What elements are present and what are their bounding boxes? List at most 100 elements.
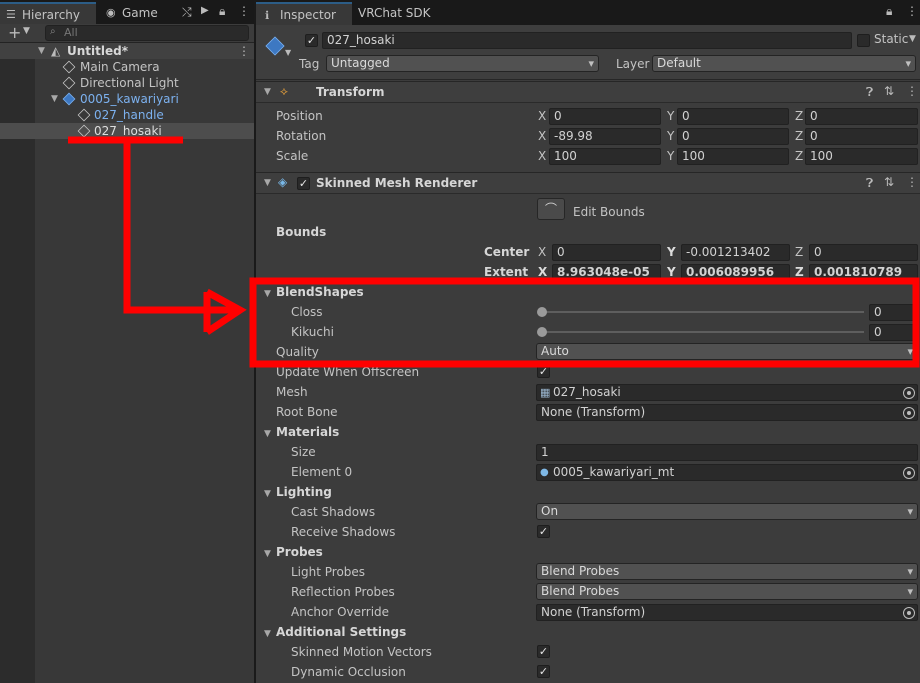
object-picker-icon[interactable] [903, 607, 915, 619]
center-y-field[interactable]: -0.001213402 [681, 244, 790, 261]
tab-inspector[interactable]: ℹ Inspector [256, 2, 352, 25]
axis-x-label[interactable]: X [538, 107, 546, 125]
rotation-y-field[interactable]: 0 [677, 128, 789, 145]
slider-handle[interactable] [537, 327, 547, 337]
motion-vectors-checkbox[interactable]: ✓ [537, 645, 550, 658]
dynamic-occlusion-checkbox[interactable]: ✓ [537, 665, 550, 678]
probes-label[interactable]: Probes [276, 543, 323, 561]
extent-y-field[interactable]: 0.006089956 [681, 264, 790, 281]
object-picker-icon[interactable] [903, 467, 915, 479]
chevron-down-icon[interactable]: ▼ [909, 34, 916, 44]
element0-field[interactable]: ● 0005_kawariyari_mt [536, 464, 918, 481]
center-z-field[interactable]: 0 [809, 244, 918, 261]
axis-z-label[interactable]: Z [795, 263, 804, 281]
preset-icon[interactable]: ⇅ [884, 84, 894, 98]
chevron-down-icon[interactable]: ▼ [264, 289, 271, 299]
transform-header[interactable]: ▼ ⟡ Transform ❓︎ ⇅ ⋮ [256, 81, 920, 103]
additional-settings-label[interactable]: Additional Settings [276, 623, 406, 641]
more-menu-icon[interactable]: ⋮ [906, 84, 918, 98]
scale-x-field[interactable]: 100 [549, 148, 661, 165]
mesh-field[interactable]: ▦ 027_hosaki [536, 384, 918, 401]
axis-y-label[interactable]: Y [667, 263, 676, 281]
tree-item-main-camera[interactable]: Main Camera [0, 59, 254, 75]
hierarchy-search-input[interactable]: ⌕ All [45, 25, 249, 41]
tab-vrchat-sdk[interactable]: VRChat SDK [348, 2, 441, 25]
receive-shadows-checkbox[interactable]: ✓ [537, 525, 550, 538]
axis-z-label[interactable]: Z [795, 107, 803, 125]
chevron-down-icon[interactable]: ▼ [264, 87, 271, 97]
object-name-field[interactable]: 027_hosaki [322, 32, 852, 49]
extent-x-field[interactable]: 8.963048e-05 [552, 264, 661, 281]
axis-x-label[interactable]: X [538, 263, 547, 281]
lock-icon[interactable]: 🔒︎ [219, 4, 225, 19]
active-checkbox[interactable]: ✓ [305, 34, 318, 47]
component-enabled-checkbox[interactable]: ✓ [297, 177, 310, 190]
position-y-field[interactable]: 0 [677, 108, 789, 125]
extent-z-field[interactable]: 0.001810789 [809, 264, 918, 281]
materials-size-field[interactable]: 1 [536, 444, 918, 461]
play-arrow-icon[interactable]: ▶ [201, 5, 209, 16]
more-menu-icon[interactable]: ⋮ [906, 175, 918, 189]
chevron-down-icon[interactable]: ▼ [264, 549, 271, 559]
quality-dropdown[interactable]: Auto [536, 343, 918, 360]
rotation-z-field[interactable]: 0 [805, 128, 918, 145]
tag-dropdown[interactable]: Untagged [326, 55, 599, 72]
help-icon[interactable]: ❓︎ [866, 85, 873, 100]
tree-item-directional-light[interactable]: Directional Light [0, 75, 254, 91]
tab-game[interactable]: ◉ Game [100, 2, 170, 24]
slider-handle[interactable] [537, 307, 547, 317]
reflection-probes-dropdown[interactable]: Blend Probes [536, 583, 918, 600]
axis-y-label[interactable]: Y [667, 127, 674, 145]
chevron-down-icon[interactable]: ▼ [285, 48, 291, 57]
root-bone-field[interactable]: None (Transform) [536, 404, 918, 421]
static-checkbox[interactable] [857, 34, 870, 47]
more-menu-icon[interactable]: ⋮ [906, 4, 918, 18]
chevron-down-icon[interactable]: ▼ [264, 629, 271, 639]
materials-label[interactable]: Materials [276, 423, 339, 441]
edit-bounds-button[interactable]: ⌒ [537, 198, 565, 220]
tab-hierarchy[interactable]: ☰ Hierarchy [0, 2, 96, 24]
blendshape-kikuchi-slider[interactable] [542, 331, 864, 333]
skinned-mesh-renderer-header[interactable]: ▼ ◈ ✓ Skinned Mesh Renderer ❓︎ ⇅ ⋮ [256, 172, 920, 194]
axis-z-label[interactable]: Z [795, 127, 803, 145]
center-x-field[interactable]: 0 [552, 244, 661, 261]
chevron-down-icon[interactable]: ▼ [264, 429, 271, 439]
axis-z-label[interactable]: Z [795, 147, 803, 165]
blendshape-kikuchi-field[interactable]: 0 [869, 324, 918, 341]
anchor-override-field[interactable]: None (Transform) [536, 604, 918, 621]
light-probes-dropdown[interactable]: Blend Probes [536, 563, 918, 580]
rotation-x-field[interactable]: -89.98 [549, 128, 661, 145]
cast-shadows-dropdown[interactable]: On [536, 503, 918, 520]
axis-x-label[interactable]: X [538, 147, 546, 165]
chevron-down-icon[interactable]: ▼ [23, 26, 30, 36]
blendshape-closs-slider[interactable] [542, 311, 864, 313]
position-x-field[interactable]: 0 [549, 108, 661, 125]
axis-y-label[interactable]: Y [667, 147, 674, 165]
chevron-down-icon[interactable]: ▼ [38, 43, 45, 59]
lock-icon[interactable]: 🔒︎ [886, 4, 892, 19]
chevron-down-icon[interactable]: ▼ [264, 178, 271, 188]
position-z-field[interactable]: 0 [805, 108, 918, 125]
preset-icon[interactable]: ⇅ [884, 175, 894, 189]
update-offscreen-checkbox[interactable]: ✓ [537, 365, 550, 378]
tree-item-hosaki[interactable]: 027_hosaki [0, 123, 254, 139]
help-icon[interactable]: ❓︎ [866, 176, 873, 191]
axis-y-label[interactable]: Y [667, 243, 676, 261]
more-menu-icon[interactable]: ⋮ [238, 43, 250, 59]
layer-dropdown[interactable]: Default [652, 55, 916, 72]
object-picker-icon[interactable] [903, 387, 915, 399]
tree-item-kawariyari[interactable]: ▼ 0005_kawariyari [0, 91, 254, 107]
axis-x-label[interactable]: X [538, 243, 546, 261]
more-menu-icon[interactable]: ⋮ [238, 4, 250, 18]
blendshapes-label[interactable]: BlendShapes [276, 283, 364, 301]
add-icon[interactable]: + [8, 23, 21, 42]
axis-y-label[interactable]: Y [667, 107, 674, 125]
object-picker-icon[interactable] [903, 407, 915, 419]
scale-z-field[interactable]: 100 [805, 148, 918, 165]
scale-y-field[interactable]: 100 [677, 148, 789, 165]
lighting-label[interactable]: Lighting [276, 483, 332, 501]
scene-row[interactable]: ▼ ◭ Untitled* ⋮ [0, 43, 254, 59]
share-icon[interactable]: ⤭ [182, 5, 192, 20]
blendshape-closs-field[interactable]: 0 [869, 304, 918, 321]
tree-item-handle[interactable]: 027_handle [0, 107, 254, 123]
